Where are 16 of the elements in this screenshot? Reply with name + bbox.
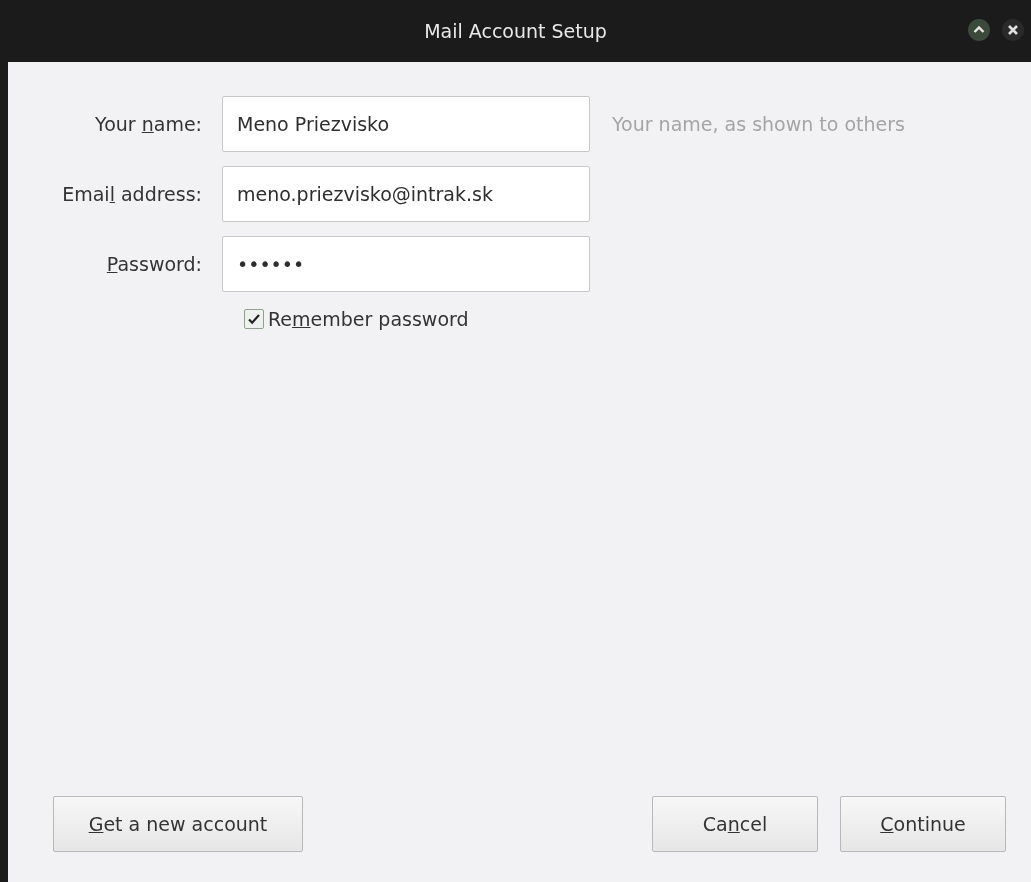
dialog-button[interactable]: Continue bbox=[840, 796, 1006, 852]
input-field[interactable]: •••••• bbox=[222, 236, 590, 292]
hint-text: Your name, as shown to others bbox=[612, 113, 905, 135]
field-label: Email address: bbox=[61, 183, 203, 205]
checkbox-label[interactable]: Remember password bbox=[268, 308, 469, 330]
maximize-icon[interactable] bbox=[967, 18, 991, 42]
field-label: Your name: bbox=[94, 113, 203, 135]
dialog-button[interactable]: Cancel bbox=[652, 796, 818, 852]
window-title: Mail Account Setup bbox=[424, 20, 607, 42]
new-account-button[interactable]: Get a new account bbox=[53, 796, 303, 852]
checkmark-icon bbox=[247, 312, 261, 326]
checkbox[interactable] bbox=[244, 309, 264, 329]
input-field[interactable]: meno.priezvisko@intrak.sk bbox=[222, 166, 590, 222]
field-label: Password: bbox=[105, 253, 203, 275]
close-icon[interactable] bbox=[1001, 18, 1025, 42]
input-field[interactable]: Meno Priezvisko bbox=[222, 96, 590, 152]
